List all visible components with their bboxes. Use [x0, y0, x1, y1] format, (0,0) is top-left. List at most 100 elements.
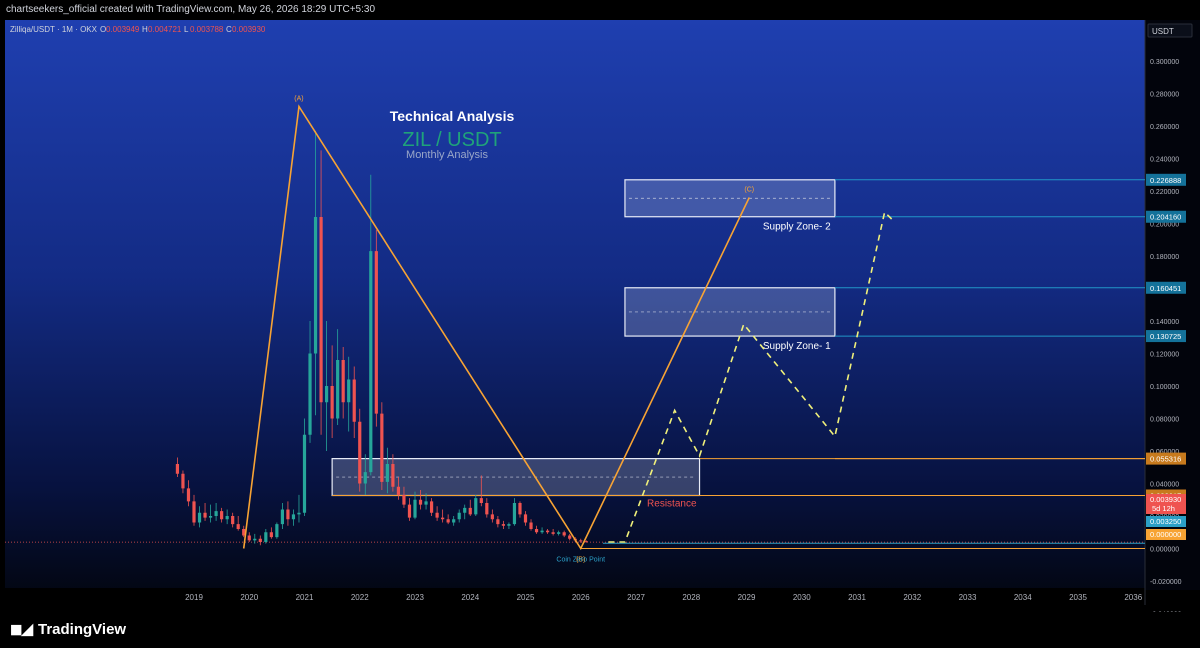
x-tick-label: 2027: [627, 593, 645, 602]
y-tick-label: 0.220000: [1150, 189, 1179, 196]
candle-body: [518, 503, 522, 515]
candle-body: [275, 524, 279, 538]
candle-body: [391, 464, 395, 487]
candle-body: [468, 507, 472, 515]
y-tick-label: 0.080000: [1150, 417, 1179, 424]
y-tick-label: 0.180000: [1150, 254, 1179, 261]
x-tick-label: 2025: [517, 593, 535, 602]
price-level-tag: 0.226888: [1150, 176, 1181, 185]
candle-body: [485, 503, 489, 515]
ohlc-value: 0.003930: [232, 25, 266, 34]
ohlc-value: 0.004721: [148, 25, 182, 34]
candle-body: [208, 516, 213, 518]
candle-body: [231, 516, 235, 525]
candle-body: [302, 434, 307, 513]
y-tick-label: 0.260000: [1150, 124, 1179, 131]
candle-body: [579, 540, 583, 542]
candle-body: [501, 524, 505, 526]
candle-body: [507, 524, 511, 526]
candle-body: [429, 501, 434, 513]
x-tick-label: 2030: [793, 593, 811, 602]
candle-body: [551, 532, 555, 534]
x-tick-label: 2020: [240, 593, 258, 602]
candle-body: [258, 538, 262, 542]
y-tick-label: 0.100000: [1150, 384, 1179, 391]
chart-area[interactable]: Zilliqa/USDT · 1M · OKX O 0.003949 H 0.0047…: [0, 20, 1200, 612]
candle-body: [319, 217, 323, 403]
candle-body: [181, 473, 185, 489]
candle-body: [568, 535, 572, 539]
candle-body: [380, 413, 384, 482]
ohlc-value: 0.003788: [190, 25, 224, 34]
candle-body: [546, 530, 550, 533]
candle-body: [291, 514, 296, 520]
candle-body: [534, 529, 539, 533]
candle-body: [407, 504, 412, 518]
candle-body: [214, 511, 218, 516]
candle-body: [280, 509, 284, 525]
resistance-label: Resistance: [647, 498, 697, 509]
tradingview-mark-icon: ◼◢: [10, 621, 33, 638]
candle-body: [297, 512, 301, 515]
price-tags-layer: 0.0039305d 12h 0.003250 0.000000: [1146, 494, 1186, 540]
candle-body: [336, 360, 340, 419]
candle-body: [341, 360, 345, 403]
candle-body: [352, 379, 356, 422]
candle-body: [457, 512, 461, 520]
y-tick-label: 0.240000: [1150, 157, 1179, 164]
x-tick-label: 2036: [1124, 593, 1142, 602]
candle-body: [474, 498, 478, 515]
ohlc-value: 0.003949: [106, 25, 140, 34]
tradingview-logo[interactable]: ◼◢ TradingView: [10, 620, 126, 639]
candle-body: [192, 501, 196, 523]
chart-title: Technical Analysis: [390, 108, 515, 124]
candle-body: [396, 486, 401, 495]
price-tag: 0.000000: [1150, 530, 1181, 539]
x-tick-label: 2024: [461, 593, 479, 602]
x-tick-label: 2034: [1014, 593, 1032, 602]
price-tag: 0.003250: [1150, 517, 1181, 526]
candle-body: [435, 512, 439, 518]
candle-body: [584, 541, 588, 543]
price-level-tag: 0.160451: [1150, 284, 1181, 293]
candle-body: [286, 509, 290, 520]
x-tick-label: 2033: [959, 593, 977, 602]
wave-point-label: (A): [294, 96, 303, 103]
y-tick-label: 0.000000: [1150, 547, 1179, 554]
candle-body: [369, 251, 373, 473]
zone-label: Supply Zone- 1: [763, 341, 831, 352]
wave-point-label: (C): [744, 187, 754, 194]
x-tick-label: 2026: [572, 593, 590, 602]
candle-body: [418, 499, 423, 505]
x-tick-label: 2029: [738, 593, 756, 602]
x-tick-label: 2028: [682, 593, 700, 602]
candle-body: [374, 251, 378, 414]
x-tick-label: 2023: [406, 593, 424, 602]
currency-badge[interactable]: USDT: [1152, 27, 1174, 36]
candle-body: [496, 519, 500, 525]
x-tick-label: 2019: [185, 593, 203, 602]
candle-body: [175, 464, 180, 474]
x-tick-label: 2021: [296, 593, 314, 602]
candle-body: [490, 514, 494, 520]
candle-body: [253, 538, 257, 541]
price-level-tag: 0.130725: [1150, 332, 1181, 341]
candle-body: [523, 514, 528, 523]
candle-body: [540, 530, 544, 533]
candle-body: [347, 379, 351, 403]
zero-point-label: Coin Zero Point: [556, 557, 605, 564]
candle-body: [424, 501, 428, 505]
candle-body: [313, 217, 318, 354]
price-tag: 0.003930: [1150, 495, 1181, 504]
candle-body: [562, 532, 566, 536]
y-tick-label: 0.040000: [1150, 482, 1179, 489]
price-level-tag: 0.204160: [1150, 213, 1181, 222]
x-tick-label: 2032: [903, 593, 921, 602]
y-tick-label: 0.280000: [1150, 92, 1179, 99]
credit-bar: chartseekers_official created with Tradi…: [0, 0, 1200, 20]
ohlc-key: L: [184, 25, 189, 34]
candle-body: [512, 503, 517, 525]
candle-body: [413, 499, 417, 518]
plot-background: [5, 20, 1145, 590]
y-tick-label: -0.020000: [1150, 579, 1182, 586]
